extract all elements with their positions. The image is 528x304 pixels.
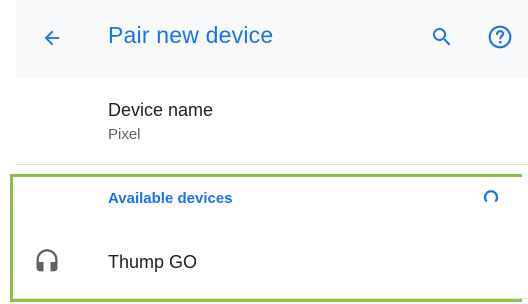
device-name-setting[interactable]: Device name Pixel xyxy=(16,78,528,164)
arrow-back-icon xyxy=(44,30,60,46)
headphones-icon xyxy=(36,249,58,272)
search-icon xyxy=(433,28,451,46)
help-icon xyxy=(488,25,512,49)
device-list-item[interactable]: Thump GO xyxy=(13,232,528,298)
device-name-label: Device name xyxy=(108,100,214,120)
page-title: Pair new device xyxy=(108,22,274,48)
pair-new-device-screen: Pair new device Device name Pixel Availa… xyxy=(0,0,528,304)
help-button[interactable] xyxy=(486,23,514,51)
search-button[interactable] xyxy=(428,23,456,51)
app-bar: Pair new device xyxy=(16,0,528,78)
device-name-value: Pixel xyxy=(108,126,141,143)
device-name: Thump GO xyxy=(108,252,198,272)
back-button[interactable] xyxy=(38,24,66,52)
loading-spinner-icon xyxy=(483,190,499,202)
divider xyxy=(16,164,528,165)
divider xyxy=(13,298,528,299)
available-devices-header: Available devices xyxy=(108,190,233,207)
